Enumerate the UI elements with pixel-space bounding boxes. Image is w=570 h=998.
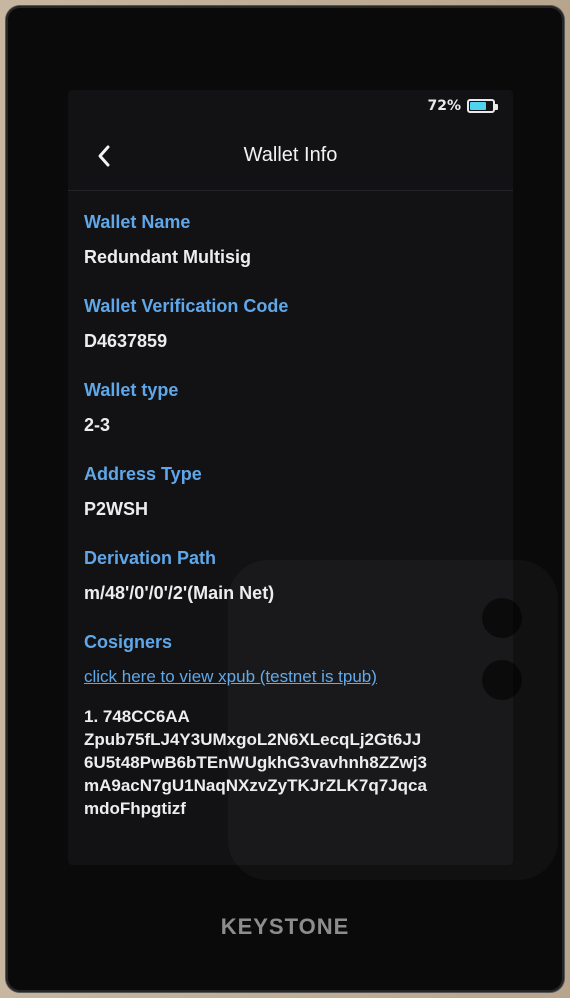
- device-screen: 72% Wallet Info Wallet Name Redundant Mu…: [68, 90, 513, 865]
- verification-code-label: Wallet Verification Code: [84, 296, 289, 316]
- cosigner-fingerprint: 1. 748CC6AA: [84, 707, 190, 726]
- cosigner-xpub-line: mA9acN7gU1NaqNXzvZyTKJrZLK7q7Jqca: [84, 776, 427, 795]
- cosigner-xpub-line: Zpub75fLJ4Y3UMxgoL2N6XLecqLj2Gt6JJ: [84, 730, 422, 749]
- wallet-type-label: Wallet type: [84, 380, 179, 400]
- cosigner-xpub-line: 6U5t48PwB6bTEnWUgkhG3vavhnh8ZZwj3: [84, 753, 427, 772]
- wallet-info-content: Wallet Name Redundant Multisig Wallet Ve…: [84, 212, 504, 820]
- battery-level-fill: [470, 102, 486, 110]
- address-type-value: P2WSH: [84, 499, 149, 519]
- cosigners-label: Cosigners: [84, 632, 173, 652]
- wallet-name-value: Redundant Multisig: [84, 247, 251, 267]
- verification-code-value: D4637859: [84, 331, 168, 351]
- page-title: Wallet Info: [243, 144, 338, 166]
- derivation-path-value: m/48'/0'/0'/2'(Main Net): [84, 583, 275, 603]
- battery-percent: 72%: [427, 98, 461, 114]
- derivation-path-label: Derivation Path: [84, 548, 217, 568]
- cosigner-xpub-line: mdoFhpgtizf: [84, 799, 186, 818]
- status-bar: 72%: [427, 98, 498, 114]
- wallet-name-label: Wallet Name: [84, 212, 191, 232]
- wallet-type-value: 2-3: [84, 415, 111, 435]
- header-divider: [68, 190, 513, 191]
- view-xpub-link[interactable]: click here to view xpub (testnet is tpub…: [84, 667, 377, 687]
- brand-logo: KEYSTONE: [220, 914, 350, 939]
- device-body: 72% Wallet Info Wallet Name Redundant Mu…: [0, 0, 570, 998]
- address-type-label: Address Type: [84, 464, 202, 484]
- battery-icon: [467, 99, 498, 113]
- navigation-bar: Wallet Info: [68, 136, 513, 180]
- cosigner-item: 1. 748CC6AA Zpub75fLJ4Y3UMxgoL2N6XLecqLj…: [84, 705, 504, 820]
